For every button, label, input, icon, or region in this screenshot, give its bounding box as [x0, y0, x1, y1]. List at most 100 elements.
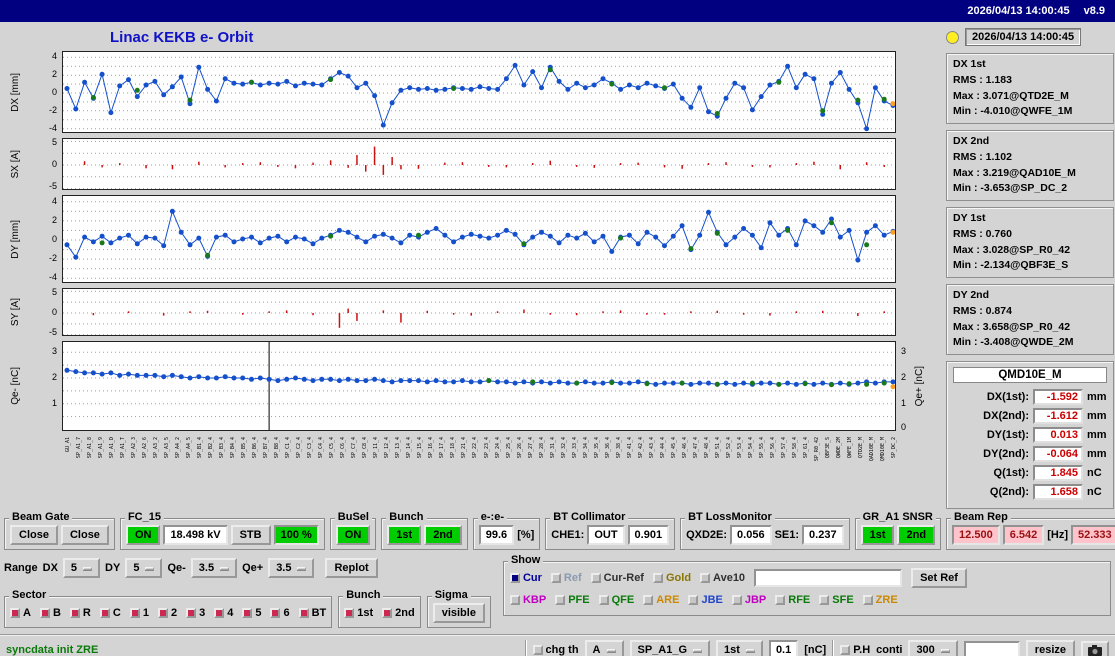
show-overlay-checkbox-item[interactable]: QFE	[598, 594, 634, 606]
checkbox[interactable]	[775, 595, 786, 605]
sector-checkbox-item[interactable]: 5	[242, 607, 261, 619]
che1-value-display: 0.901	[627, 525, 670, 545]
period-select[interactable]: 300	[908, 640, 958, 656]
checkbox[interactable]	[298, 608, 309, 618]
sector-item-label: 5	[255, 607, 262, 619]
show-checkbox-item[interactable]: Ref	[550, 572, 582, 584]
station-label: SP_A4_2	[175, 437, 182, 459]
show-overlay-checkbox-item[interactable]: KBP	[509, 594, 546, 606]
checkbox[interactable]	[840, 645, 851, 655]
bunch-checkbox-item[interactable]: 2nd	[382, 607, 415, 619]
checkbox[interactable]	[509, 573, 520, 583]
bunch-2nd-button[interactable]: 2nd	[424, 525, 462, 545]
checkbox[interactable]	[643, 595, 654, 605]
plot-dy-right-margin	[896, 195, 938, 283]
station-label: SP_23_4	[483, 437, 490, 459]
ref-name-input[interactable]	[754, 569, 903, 587]
snsr-2nd-button[interactable]: 2nd	[897, 525, 936, 545]
range-dy-select[interactable]: 5	[125, 558, 163, 578]
checkbox[interactable]	[39, 608, 50, 618]
sector-item-label: BT	[311, 607, 327, 619]
sector-checkbox-item[interactable]: 3	[186, 607, 205, 619]
sigma-group: Sigma visible	[426, 589, 491, 628]
busel-on-button[interactable]: ON	[335, 525, 371, 545]
show-overlay-label: JBE	[701, 594, 723, 606]
checkbox[interactable]	[590, 573, 601, 583]
checkbox[interactable]	[688, 595, 699, 605]
device-select[interactable]: SP_A1_G	[629, 640, 711, 656]
checkbox[interactable]	[214, 608, 225, 618]
checkbox[interactable]	[382, 608, 393, 618]
sector-checkbox-item[interactable]: 4	[214, 607, 233, 619]
checkbox[interactable]	[10, 608, 20, 618]
show-overlay-checkbox-item[interactable]: JBP	[731, 594, 766, 606]
show-checkbox-item[interactable]: Cur-Ref	[590, 572, 644, 584]
monitor-row-value: -0.064	[1033, 446, 1083, 462]
show-overlay-checkbox-item[interactable]: ARE	[643, 594, 679, 606]
checkbox[interactable]	[129, 608, 140, 618]
snsr-1st-button[interactable]: 1st	[860, 525, 895, 545]
checkbox[interactable]	[186, 608, 197, 618]
bunch-select[interactable]: 1st	[716, 640, 763, 656]
show-checkbox-item[interactable]: Ave10	[700, 572, 745, 584]
show-overlay-checkbox-item[interactable]: JBE	[688, 594, 723, 606]
range-qe-minus-select[interactable]: 3.5	[190, 558, 238, 578]
checkbox[interactable]	[731, 595, 742, 605]
y-tick-label: 3	[901, 346, 907, 357]
checkbox[interactable]	[862, 595, 873, 605]
checkbox[interactable]	[242, 608, 253, 618]
show-overlay-checkbox-item[interactable]: PFE	[555, 594, 590, 606]
sector-checkbox-item[interactable]: 6	[270, 607, 290, 619]
set-ref-button[interactable]: Set Ref	[911, 568, 967, 588]
fc15-stb-button[interactable]: STB	[230, 525, 271, 545]
fc15-on-button[interactable]: ON	[125, 525, 161, 545]
checkbox[interactable]	[819, 595, 830, 605]
checkbox[interactable]	[157, 608, 168, 618]
sector-checkbox-item[interactable]: R	[69, 607, 91, 619]
mode-select[interactable]: A	[584, 640, 624, 656]
checkbox[interactable]	[532, 645, 543, 655]
sector-checkbox-item[interactable]: C	[99, 607, 121, 619]
ph-checkbox-item[interactable]: P.H	[840, 644, 870, 656]
period-input[interactable]	[963, 641, 1020, 656]
checkbox[interactable]	[550, 573, 561, 583]
show-row-1: Cur Ref Cur-Ref Gold Ave10 Set Ref	[509, 568, 1104, 588]
sector-checkbox-item[interactable]: B	[39, 607, 61, 619]
sector-checkbox-item[interactable]: 1	[129, 607, 149, 619]
beam-gate-close-button-2[interactable]: Close	[60, 525, 109, 545]
snapshot-button[interactable]	[1081, 640, 1109, 656]
resize-button[interactable]: resize	[1025, 640, 1075, 656]
range-qe-plus-select[interactable]: 3.5	[268, 558, 315, 578]
checkbox[interactable]	[652, 573, 663, 583]
station-label: SP_A1_T	[120, 437, 127, 459]
show-overlay-checkbox-item[interactable]: RFE	[775, 594, 810, 606]
checkbox[interactable]	[270, 608, 281, 618]
bunch-checkbox-item[interactable]: 1st	[344, 607, 373, 619]
checkbox[interactable]	[99, 608, 110, 618]
show-overlay-checkbox-item[interactable]: ZRE	[862, 594, 898, 606]
checkbox[interactable]	[598, 595, 609, 605]
sector-checkbox-item[interactable]: A	[10, 607, 31, 619]
station-label: SP_15_4	[417, 437, 424, 459]
bunch-1st-button[interactable]: 1st	[387, 525, 422, 545]
sigma-visible-button[interactable]: visible	[432, 603, 485, 623]
station-label: SP_58_4	[791, 437, 798, 459]
stat-max: Max : 3.219@QAD10E_M	[953, 166, 1076, 179]
show-checkbox-item[interactable]: Cur	[509, 572, 542, 584]
checkbox[interactable]	[509, 595, 520, 605]
sector-checkbox-item[interactable]: BT	[298, 607, 327, 619]
show-overlay-checkbox-item[interactable]: SFE	[819, 594, 854, 606]
device-value: SP_A1_G	[637, 644, 688, 656]
checkbox[interactable]	[555, 595, 566, 605]
replot-button[interactable]: Replot	[325, 558, 378, 578]
checkbox[interactable]	[700, 573, 711, 583]
range-qe-plus-value: 3.5	[276, 562, 292, 574]
show-checkbox-item[interactable]: Gold	[652, 572, 691, 584]
checkbox[interactable]	[344, 608, 355, 618]
beam-gate-close-button-1[interactable]: Close	[10, 525, 58, 545]
station-label: SP_A1_7	[76, 437, 82, 459]
chg-th-checkbox-item[interactable]: chg th	[532, 644, 579, 656]
checkbox[interactable]	[69, 608, 80, 618]
sector-checkbox-item[interactable]: 2	[157, 607, 177, 619]
range-dx-select[interactable]: 5	[62, 558, 101, 578]
